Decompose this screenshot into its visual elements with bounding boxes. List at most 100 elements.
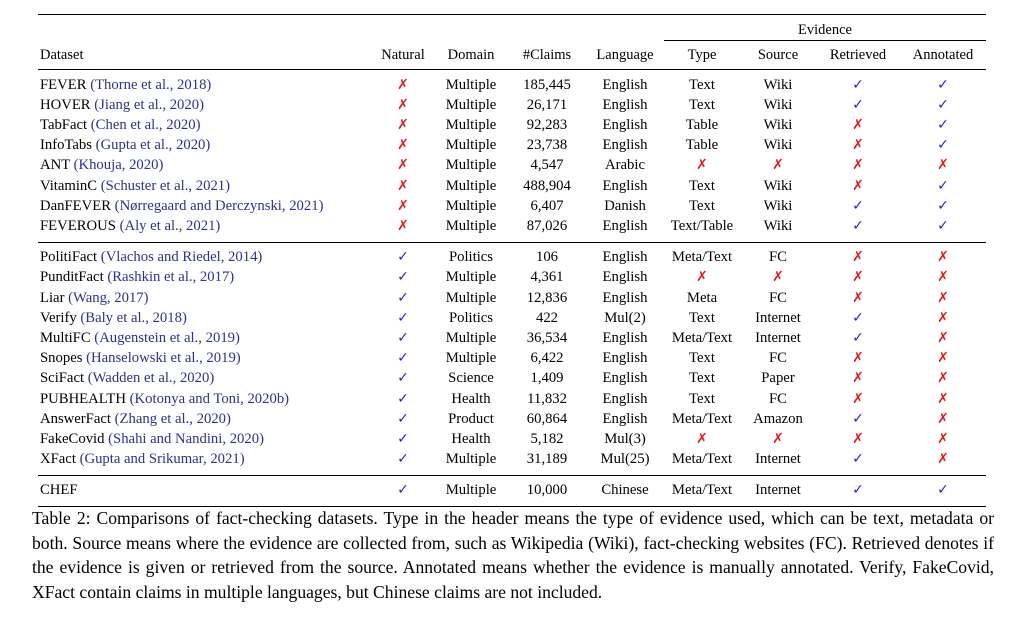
cell-evidence-source: Internet (755, 309, 801, 326)
cell-evidence-type: Meta/Text (671, 451, 733, 468)
cell-language: English (602, 137, 648, 154)
cell-natural: ✓ (372, 288, 434, 308)
cell-evidence-source: Internet (755, 451, 801, 468)
cell-claims: 26,171 (526, 96, 568, 113)
cross-icon: ✗ (397, 137, 409, 154)
cell-evidence-source: Wiki (763, 137, 793, 154)
cell-evidence-type: Table (685, 117, 719, 134)
check-icon: ✓ (937, 96, 949, 113)
table-body: Evidence Dataset Natural Domain #Claims Langu… (38, 14, 986, 507)
citation-link[interactable]: (Jiang et al., 2020) (94, 97, 204, 113)
dataset-name: SciFact (40, 370, 85, 387)
cross-icon: ✗ (937, 390, 949, 407)
table-row: SciFact (Wadden et al., 2020) ✓ Science 1,4… (38, 369, 986, 389)
cell-evidence-source: Paper (761, 370, 795, 387)
cell-evidence-type: Text (689, 96, 715, 113)
cross-icon: ✗ (397, 197, 409, 214)
cell-claims: 4,361 (530, 269, 564, 286)
cell-domain: Multiple (445, 137, 497, 154)
cross-icon: ✗ (852, 249, 864, 266)
cross-icon: ✗ (852, 370, 864, 387)
cell-evidence-type: Text (689, 390, 715, 407)
citation-link[interactable]: (Chen et al., 2020) (91, 117, 201, 133)
cell-evidence-annotated: ✓ (900, 115, 986, 135)
cell-claims: 4,547 (530, 157, 564, 174)
cell-language: English (602, 177, 648, 194)
citation-link[interactable]: (Wang, 2017) (68, 290, 148, 306)
cell-domain: Health (451, 390, 491, 407)
dataset-name: DanFEVER (40, 197, 111, 214)
citation-link[interactable]: (Zhang et al., 2020) (115, 411, 231, 427)
citation-link[interactable]: (Schuster et al., 2021) (101, 178, 230, 194)
page-root: Evidence Dataset Natural Domain #Claims Langu… (0, 0, 1024, 641)
citation-link[interactable]: (Augenstein et al., 2019) (94, 330, 240, 346)
cell-claims: 87,026 (526, 218, 568, 235)
cell-natural: ✗ (372, 196, 434, 216)
column-header-type: Type (687, 46, 717, 63)
cell-evidence-type: Text/Table (670, 218, 734, 235)
check-icon: ✓ (852, 197, 864, 214)
citation-link[interactable]: (Aly et al., 2021) (120, 218, 221, 234)
cross-icon: ✗ (937, 269, 949, 286)
cell-evidence-source: FC (769, 390, 787, 407)
citation-link[interactable]: (Thorne et al., 2018) (90, 77, 211, 93)
cell-natural: ✓ (372, 449, 434, 469)
citation-link[interactable]: (Rashkin et al., 2017) (107, 269, 234, 285)
cell-evidence-retrieved: ✗ (816, 348, 900, 368)
citation-link[interactable]: (Wadden et al., 2020) (88, 370, 214, 386)
cell-dataset: PUBHEALTH (Kotonya and Toni, 2020b) (38, 389, 372, 409)
cell-evidence-retrieved: ✗ (816, 389, 900, 409)
check-icon: ✓ (937, 197, 949, 214)
cell-dataset: FakeCovid (Shahi and Nandini, 2020) (38, 429, 372, 449)
column-header-source: Source (757, 46, 799, 63)
citation-link[interactable]: (Hanselowski et al., 2019) (86, 350, 241, 366)
citation-link[interactable]: (Shahi and Nandini, 2020) (108, 431, 264, 447)
dataset-name: Snopes (40, 350, 83, 367)
cell-evidence-type: Meta/Text (671, 249, 733, 266)
cell-dataset: FEVEROUS (Aly et al., 2021) (38, 216, 372, 236)
citation-link[interactable]: (Gupta and Srikumar, 2021) (80, 451, 245, 467)
cell-evidence-source: ✗ (740, 156, 816, 176)
citation-link[interactable]: (Nørregaard and Derczynski, 2021) (115, 198, 324, 214)
cell-evidence-source: Wiki (763, 96, 793, 113)
check-icon: ✓ (937, 482, 949, 499)
column-header-retrieved: Retrieved (829, 46, 887, 63)
table-row: FEVEROUS (Aly et al., 2021) ✗ Multiple 87,0… (38, 216, 986, 236)
cell-domain: Multiple (445, 177, 497, 194)
cell-claims: 6,422 (530, 350, 564, 367)
cell-domain: Multiple (445, 329, 497, 346)
cell-natural: ✓ (372, 409, 434, 429)
check-icon: ✓ (937, 177, 949, 194)
check-icon: ✓ (937, 76, 949, 93)
dataset-name: FEVEROUS (40, 218, 116, 235)
cell-dataset: PunditFact (Rashkin et al., 2017) (38, 268, 372, 288)
cell-evidence-annotated: ✗ (900, 369, 986, 389)
cross-icon: ✗ (937, 350, 949, 367)
cross-icon: ✗ (937, 249, 949, 266)
table-row: VitaminC (Schuster et al., 2021) ✗ Multipl… (38, 176, 986, 196)
cell-evidence-type: Meta/Text (671, 329, 733, 346)
cell-dataset: CHEF (38, 481, 372, 501)
column-header-language: Language (596, 46, 654, 63)
check-icon: ✓ (852, 451, 864, 468)
comparison-table-container: Evidence Dataset Natural Domain #Claims Langu… (38, 14, 986, 507)
cell-evidence-retrieved: ✓ (816, 95, 900, 115)
cell-dataset: HOVER (Jiang et al., 2020) (38, 95, 372, 115)
citation-link[interactable]: (Vlachos and Riedel, 2014) (101, 249, 263, 265)
citation-link[interactable]: (Kotonya and Toni, 2020b) (130, 391, 289, 407)
check-icon: ✓ (397, 249, 409, 266)
cross-icon: ✗ (852, 177, 864, 194)
cell-evidence-type: Table (685, 137, 719, 154)
citation-link[interactable]: (Gupta et al., 2020) (96, 137, 211, 153)
cell-domain: Multiple (445, 451, 497, 468)
cell-language: English (602, 289, 648, 306)
cell-claims: 1,409 (530, 370, 564, 387)
cell-dataset: InfoTabs (Gupta et al., 2020) (38, 136, 372, 156)
cell-language: English (602, 350, 648, 367)
cross-icon: ✗ (397, 218, 409, 235)
cell-evidence-annotated: ✓ (900, 196, 986, 216)
citation-link[interactable]: (Khouja, 2020) (74, 157, 164, 173)
check-icon: ✓ (937, 117, 949, 134)
cell-claims: 422 (535, 309, 559, 326)
citation-link[interactable]: (Baly et al., 2018) (80, 310, 186, 326)
